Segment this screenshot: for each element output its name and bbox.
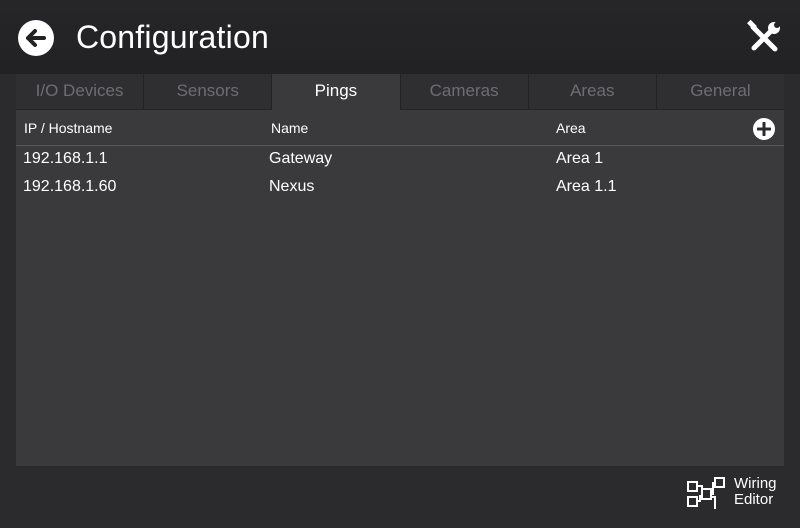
table-row[interactable]: 192.168.1.1 Gateway Area 1	[16, 146, 784, 174]
page-title: Configuration	[76, 19, 269, 55]
tools-button[interactable]	[744, 18, 784, 58]
table-header: IP / Hostname Name Area	[16, 110, 784, 146]
wiring-editor-label-line2: Editor	[734, 491, 774, 508]
wiring-editor-button[interactable]: Wiring Editor	[686, 474, 786, 514]
row-name: Nexus	[269, 178, 315, 195]
pings-panel: I/O Devices Sensors Pings Cameras Areas …	[16, 74, 785, 466]
row-area: Area 1	[556, 150, 604, 167]
tab-sensors[interactable]: Sensors	[144, 74, 273, 110]
tab-general[interactable]: General	[656, 74, 785, 110]
wiring-diagram-icon	[687, 477, 725, 509]
plus-circle-icon	[757, 122, 771, 136]
wrench-screwdriver-icon	[747, 19, 780, 52]
add-ping-button[interactable]	[753, 118, 775, 140]
tab-bar: I/O Devices Sensors Pings Cameras Areas …	[16, 74, 785, 110]
table-row[interactable]: 192.168.1.60 Nexus Area 1.1	[16, 174, 784, 202]
row-ip: 192.168.1.60	[23, 178, 117, 195]
arrow-left-icon	[26, 29, 46, 47]
tab-pings[interactable]: Pings	[272, 74, 401, 110]
tab-cameras[interactable]: Cameras	[400, 74, 529, 110]
column-name: Name	[271, 120, 309, 136]
row-area: Area 1.1	[556, 178, 617, 195]
back-button[interactable]	[18, 20, 54, 56]
row-ip: 192.168.1.1	[23, 150, 108, 167]
tab-areas[interactable]: Areas	[528, 74, 657, 110]
wiring-editor-label: Wiring Editor	[734, 476, 777, 508]
tab-io-devices[interactable]: I/O Devices	[16, 74, 145, 110]
header-bar: Configuration	[0, 0, 800, 74]
row-name: Gateway	[269, 150, 333, 167]
wiring-editor-label-line1: Wiring	[734, 475, 777, 492]
column-area: Area	[556, 120, 586, 136]
column-ip-hostname: IP / Hostname	[24, 120, 113, 136]
